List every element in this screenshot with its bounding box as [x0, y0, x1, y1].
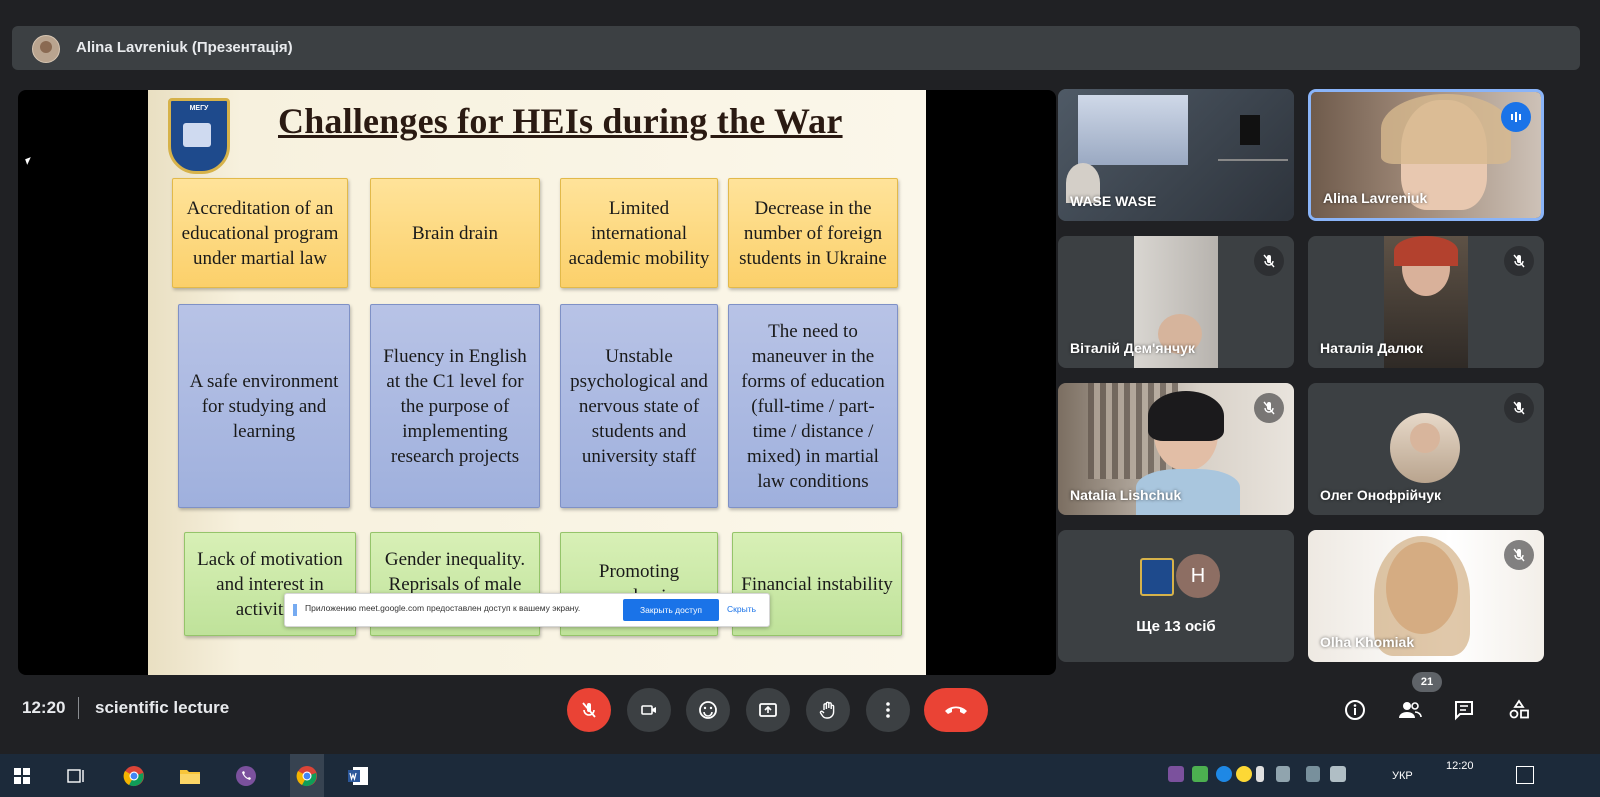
info-icon: [1345, 700, 1365, 720]
person-hair: [1148, 391, 1224, 441]
muted-mic-icon: [1254, 393, 1284, 423]
hide-banner-link[interactable]: Скрыть: [727, 604, 756, 614]
university-logo: МЕГУ: [168, 98, 230, 174]
more-vert-icon: [886, 702, 890, 718]
bluetooth-icon[interactable]: [1216, 766, 1232, 782]
volume-icon[interactable]: [1330, 766, 1346, 782]
participant-count-badge: 21: [1412, 672, 1442, 692]
present-screen-button[interactable]: [746, 688, 790, 732]
slide-title: Challenges for HEIs during the War: [278, 101, 843, 141]
participant-name: WASE WASE: [1070, 193, 1157, 209]
muted-mic-icon: [1504, 246, 1534, 276]
reactions-button[interactable]: [686, 688, 730, 732]
chrome-active-icon[interactable]: [290, 754, 324, 797]
participant-tile[interactable]: Віталій Дем'янчук: [1058, 236, 1294, 368]
tray-app-icon[interactable]: [1192, 766, 1208, 782]
camera-toggle-button[interactable]: [627, 688, 671, 732]
camera-off-icon: [641, 705, 656, 715]
present-icon: [759, 703, 777, 717]
logo-text: МЕГУ: [189, 105, 209, 112]
challenge-box: Accreditation of an educational program …: [172, 178, 348, 288]
mouse-cursor-icon: [25, 157, 33, 165]
file-explorer-icon[interactable]: [178, 764, 202, 788]
network-icon[interactable]: [1276, 766, 1290, 782]
muted-mic-icon: [1254, 246, 1284, 276]
meeting-details-button[interactable]: [1339, 694, 1371, 726]
challenge-box: Brain drain: [370, 178, 540, 288]
task-view-icon[interactable]: [64, 764, 88, 788]
drag-handle[interactable]: [293, 604, 297, 616]
activities-button[interactable]: [1503, 694, 1535, 726]
mic-off-icon: [582, 702, 596, 718]
participant-tile[interactable]: Наталія Далюк: [1308, 236, 1544, 368]
participant-tile[interactable]: Natalia Lishchuk: [1058, 383, 1294, 515]
word-icon[interactable]: [346, 764, 370, 788]
share-banner-text: Приложению meet.google.com предоставлен …: [305, 603, 581, 613]
activities-icon: [1509, 699, 1529, 719]
presenter-label: Alina Lavreniuk (Презентація): [76, 39, 293, 56]
meeting-title: scientific lecture: [95, 698, 230, 717]
stop-sharing-button[interactable]: Закрыть доступ: [623, 599, 719, 621]
avatar-face: [1410, 423, 1440, 453]
chat-icon: [1455, 701, 1473, 721]
muted-mic-icon: [1504, 540, 1534, 570]
raise-hand-button[interactable]: [806, 688, 850, 732]
meeting-time: 12:20: [22, 698, 66, 717]
participant-tile[interactable]: Olha Khomiak: [1308, 530, 1544, 662]
speaking-indicator-icon: [1501, 102, 1531, 132]
challenge-box: Fluency in English at the C1 level for t…: [370, 304, 540, 508]
participant-name: Alina Lavreniuk: [1323, 190, 1428, 206]
windows-start-icon[interactable]: [10, 764, 34, 788]
projector-screen: [1078, 95, 1188, 165]
participant-tile[interactable]: Олег Онофрійчук: [1308, 383, 1544, 515]
presentation-stage[interactable]: МЕГУ Challenges for HEIs during the War …: [18, 90, 1056, 675]
wifi-icon[interactable]: [1306, 766, 1320, 782]
presenter-bar: Alina Lavreniuk (Презентація): [12, 26, 1580, 70]
participant-tile[interactable]: Alina Lavreniuk: [1308, 89, 1544, 221]
windows-taskbar: УКР 12:20: [0, 754, 1600, 797]
participant-name: Олег Онофрійчук: [1320, 487, 1442, 503]
person-hair: [1381, 94, 1511, 164]
challenge-box: Decrease in the number of foreign studen…: [728, 178, 898, 288]
participant-tile[interactable]: WASE WASE: [1058, 89, 1294, 221]
keyboard-language[interactable]: УКР: [1392, 770, 1413, 782]
notification-center-icon[interactable]: [1516, 766, 1534, 784]
emoji-icon: [699, 701, 717, 719]
hand-icon: [819, 701, 835, 719]
speaker-box: [1240, 115, 1260, 145]
person-hair: [1394, 236, 1458, 266]
microphone-toggle-button[interactable]: [567, 688, 611, 732]
taskbar-clock[interactable]: 12:20: [1446, 760, 1474, 772]
challenge-box: Unstable psychological and nervous state…: [560, 304, 718, 508]
stair-rail: [1218, 159, 1288, 211]
presenter-avatar: [32, 35, 60, 63]
screen-share-banner: Приложению meet.google.com предоставлен …: [284, 593, 770, 627]
avatar-letter: H: [1176, 554, 1220, 598]
leave-call-button[interactable]: [924, 688, 988, 732]
university-logo-avatar: [1140, 558, 1174, 596]
chrome-icon[interactable]: [122, 764, 146, 788]
participant-name: Наталія Далюк: [1320, 340, 1423, 356]
challenge-box: A safe environment for studying and lear…: [178, 304, 350, 508]
muted-mic-icon: [1504, 393, 1534, 423]
others-count-label: Ще 13 осіб: [1136, 618, 1216, 635]
tray-security-icon[interactable]: [1236, 766, 1252, 782]
people-icon: [1399, 702, 1422, 718]
participant-name: Віталій Дем'янчук: [1070, 340, 1195, 356]
usb-icon[interactable]: [1256, 766, 1264, 782]
hang-up-icon: [945, 706, 967, 714]
challenge-box: The need to maneuver in the forms of edu…: [728, 304, 898, 508]
slide: МЕГУ Challenges for HEIs during the War …: [148, 90, 926, 675]
people-button[interactable]: [1394, 694, 1426, 726]
more-options-button[interactable]: [866, 688, 910, 732]
divider: [78, 697, 79, 719]
challenge-box: Limited international academic mobility: [560, 178, 718, 288]
participant-name: Natalia Lishchuk: [1070, 487, 1182, 503]
viber-icon[interactable]: [234, 764, 258, 788]
viber-tray-icon[interactable]: [1168, 766, 1184, 782]
others-tile[interactable]: H Ще 13 осіб: [1058, 530, 1294, 662]
chat-button[interactable]: [1448, 694, 1480, 726]
participant-name: Olha Khomiak: [1320, 634, 1415, 650]
